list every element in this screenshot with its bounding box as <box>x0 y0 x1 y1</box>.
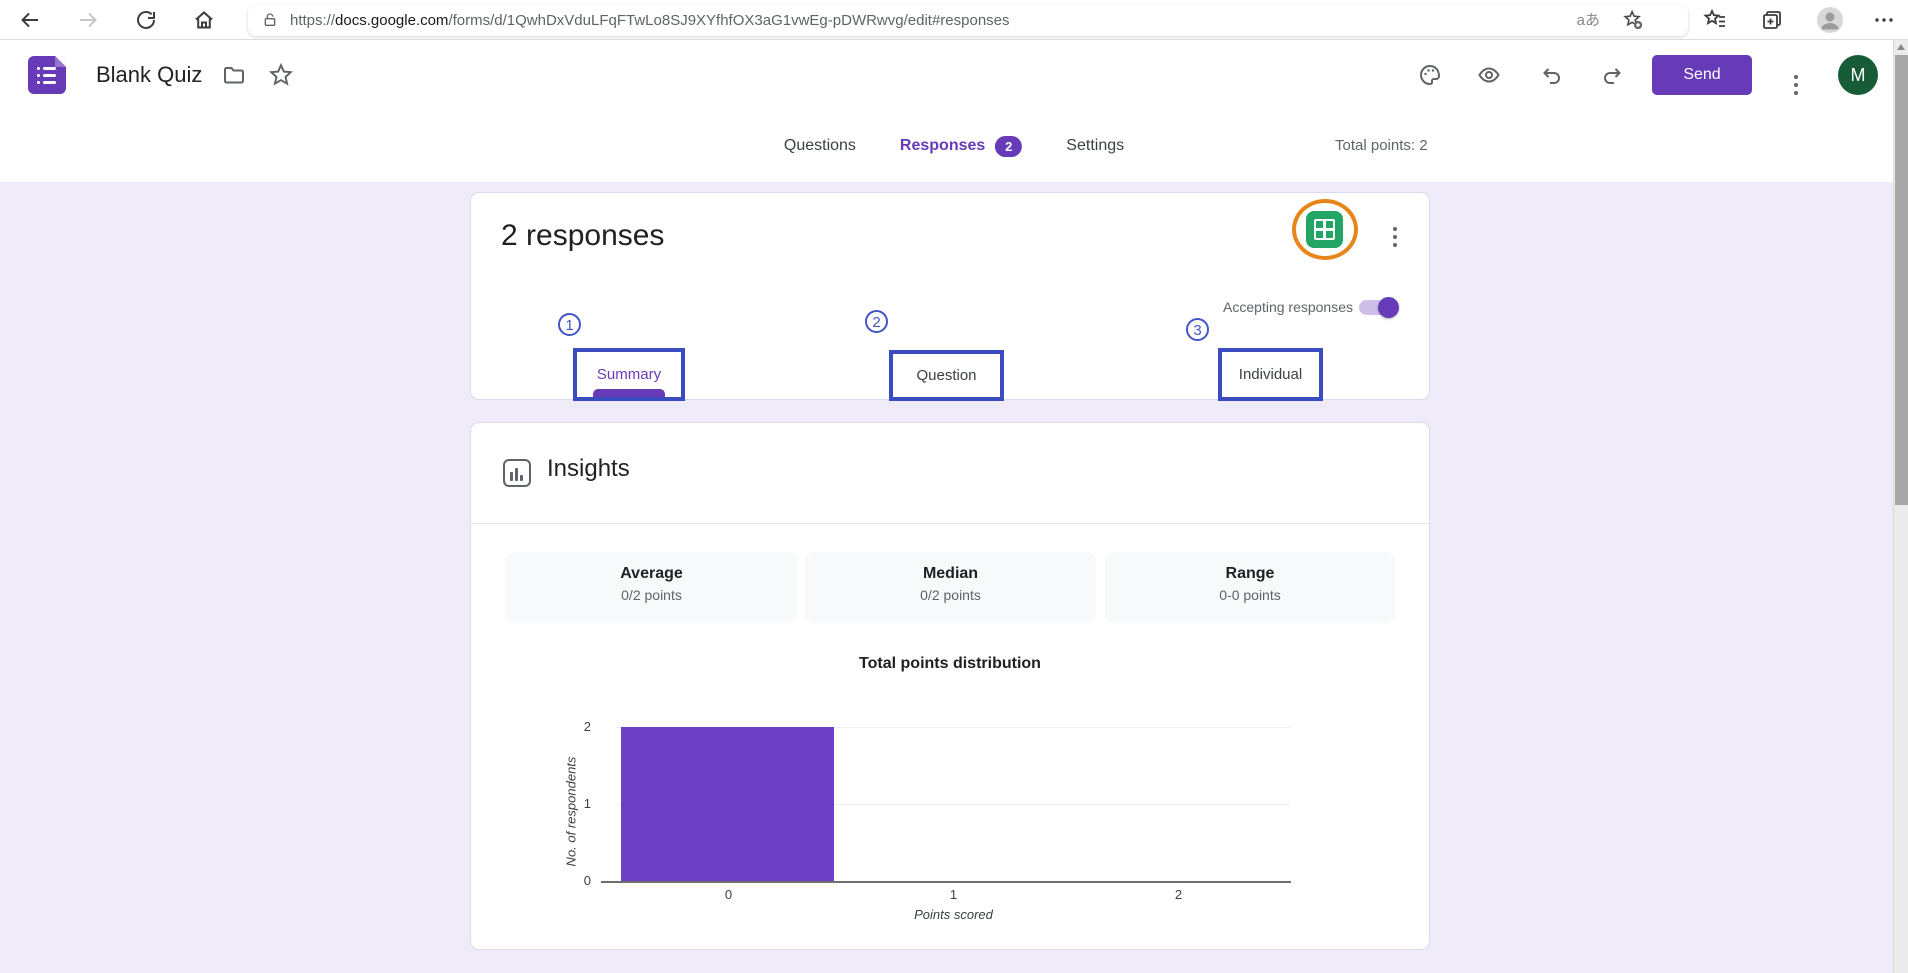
chart-x-ticks: 0 1 2 <box>616 887 1291 902</box>
responses-card: 2 responses Accepting responses 1 2 3 Su… <box>470 192 1430 400</box>
document-title[interactable]: Blank Quiz <box>96 40 202 110</box>
insights-divider <box>471 523 1429 524</box>
logo-dot <box>37 74 40 77</box>
send-button[interactable]: Send <box>1652 55 1752 95</box>
y-tick-1: 1 <box>565 796 591 811</box>
nav-tabs: Questions Responses 2 Settings <box>784 110 1124 182</box>
accepting-responses-toggle[interactable] <box>1359 300 1397 315</box>
account-avatar[interactable]: M <box>1838 55 1878 95</box>
page-scrollbar <box>1893 40 1908 973</box>
logo-dot <box>37 81 40 84</box>
refresh-icon[interactable] <box>134 8 158 32</box>
bar-slot <box>1066 727 1291 881</box>
annotation-number-1: 1 <box>558 313 581 336</box>
chart-x-axis-label: Points scored <box>616 907 1291 922</box>
stat-range: Range 0-0 points <box>1105 552 1395 623</box>
collections-icon[interactable] <box>1760 8 1784 32</box>
logo-line <box>43 67 56 70</box>
screen: https://docs.google.com/forms/d/1QwhDxVd… <box>0 0 1908 973</box>
subtab-individual[interactable]: Individual <box>1218 348 1323 401</box>
forms-header: Blank Quiz Send M <box>0 40 1908 110</box>
y-tick-2: 2 <box>565 719 591 734</box>
bar-slot <box>841 727 1066 881</box>
chart-title: Total points distribution <box>471 655 1429 673</box>
subtab-summary[interactable]: Summary <box>573 348 685 401</box>
theme-palette-icon[interactable] <box>1418 63 1442 87</box>
browser-menu-icon[interactable] <box>1872 8 1896 32</box>
y-tick-0: 0 <box>565 873 591 888</box>
tab-settings[interactable]: Settings <box>1066 137 1124 155</box>
annotation-number-3: 3 <box>1186 318 1209 341</box>
scrollbar-thumb[interactable] <box>1895 55 1908 505</box>
redo-icon[interactable] <box>1600 63 1624 87</box>
insights-chart-icon <box>503 459 531 487</box>
stat-median: Median 0/2 points <box>805 552 1096 623</box>
lock-icon <box>262 12 278 28</box>
toggle-thumb <box>1378 297 1399 318</box>
form-nav-tabbar: Questions Responses 2 Settings Total poi… <box>0 110 1908 182</box>
preview-eye-icon[interactable] <box>1477 63 1501 87</box>
x-tick-2: 2 <box>1066 887 1291 902</box>
tab-responses[interactable]: Responses 2 <box>900 136 1022 157</box>
url-text: https://docs.google.com/forms/d/1QwhDxVd… <box>290 5 1010 36</box>
logo-line <box>43 81 56 84</box>
total-points-label: Total points: 2 <box>1335 110 1428 182</box>
accepting-responses-label: Accepting responses <box>1223 299 1353 315</box>
annotation-number-2: 2 <box>865 310 888 333</box>
chart-y-axis-label: No. of respondents <box>564 732 579 892</box>
browser-profile-icon[interactable] <box>1816 6 1844 34</box>
address-bar[interactable]: https://docs.google.com/forms/d/1QwhDxVd… <box>248 5 1688 36</box>
subtab-question[interactable]: Question <box>889 350 1004 401</box>
summary-active-underline <box>593 389 665 397</box>
bar-score-0 <box>621 727 835 881</box>
header-more-icon[interactable] <box>1794 66 1798 84</box>
favorite-add-icon[interactable] <box>1622 9 1644 31</box>
responses-count-title: 2 responses <box>501 219 664 253</box>
logo-line <box>43 74 56 77</box>
forward-icon[interactable] <box>76 8 100 32</box>
star-icon[interactable] <box>268 62 294 88</box>
chart-x-axis <box>601 881 1291 883</box>
bar-slot <box>616 727 841 881</box>
insights-card: Insights Average 0/2 points Median 0/2 p… <box>470 422 1430 950</box>
logo-fold <box>55 56 66 67</box>
responses-more-icon[interactable] <box>1383 213 1407 247</box>
home-icon[interactable] <box>192 8 216 32</box>
responses-count-badge: 2 <box>995 136 1022 157</box>
stat-average: Average 0/2 points <box>506 552 797 623</box>
translate-icon[interactable]: aあ <box>1577 5 1600 36</box>
x-tick-1: 1 <box>841 887 1066 902</box>
tab-questions[interactable]: Questions <box>784 137 856 155</box>
bar-slots <box>616 727 1291 881</box>
browser-toolbar: https://docs.google.com/forms/d/1QwhDxVd… <box>0 0 1908 40</box>
page-content: 2 responses Accepting responses 1 2 3 Su… <box>0 182 1908 973</box>
favorites-bar-icon[interactable] <box>1703 8 1727 32</box>
back-icon[interactable] <box>18 8 42 32</box>
move-folder-icon[interactable] <box>222 63 246 87</box>
x-tick-0: 0 <box>616 887 841 902</box>
forms-logo-icon[interactable] <box>28 56 66 94</box>
view-in-sheets-icon[interactable] <box>1306 211 1343 248</box>
undo-icon[interactable] <box>1540 63 1564 87</box>
insights-title: Insights <box>547 455 630 483</box>
logo-dot <box>37 67 40 70</box>
sheets-grid-glyph <box>1314 219 1335 240</box>
scrollbar-up-arrow[interactable] <box>1897 44 1905 50</box>
plot-area <box>616 727 1291 881</box>
